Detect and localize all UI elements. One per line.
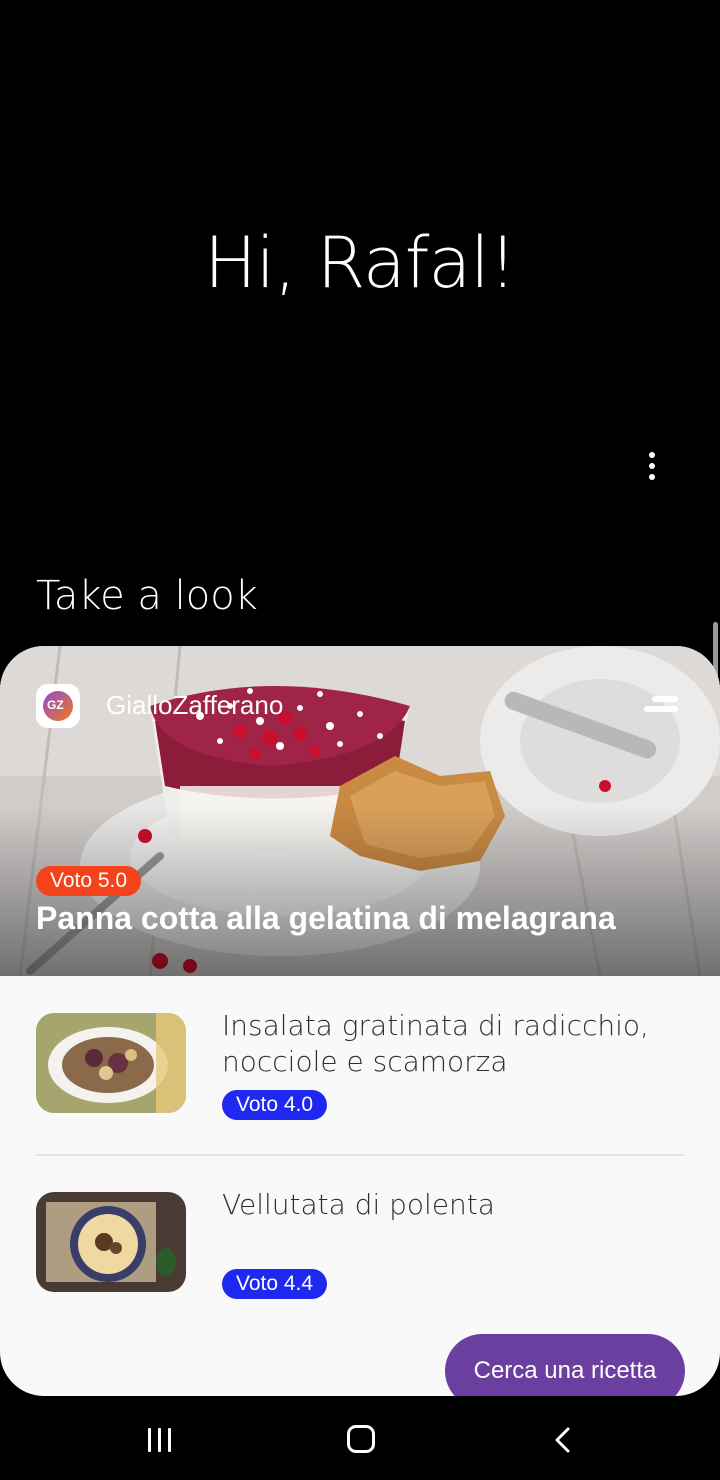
recipe-title: Vellutata di polenta xyxy=(222,1188,495,1221)
recipe-item-2[interactable]: Vellutata di polenta Voto 4.4 xyxy=(0,1185,720,1305)
search-recipe-button[interactable]: Cerca una ricetta xyxy=(445,1334,685,1396)
greeting-text: Hi, Rafal! xyxy=(204,222,517,304)
list-divider xyxy=(36,1154,684,1156)
recipe-item-1[interactable]: Insalata gratinata di radicchio, nocciol… xyxy=(0,1006,720,1126)
hero-rating-badge: Voto 5.0 xyxy=(36,866,142,896)
more-options-icon[interactable] xyxy=(636,446,668,486)
hero-recipe-title: Panna cotta alla gelatina di melagrana xyxy=(36,900,616,936)
app-logo-icon xyxy=(36,684,80,728)
recipe-title: Insalata gratinata di radicchio, nocciol… xyxy=(222,1009,649,1078)
recipe-thumbnail xyxy=(36,1013,186,1113)
navigation-bar xyxy=(0,1396,720,1480)
recipe-card: GialloZafferano Voto 5.0 Panna cotta all… xyxy=(0,646,720,1396)
menu-lines-icon[interactable] xyxy=(644,696,678,718)
back-icon[interactable] xyxy=(552,1426,576,1454)
section-title: Take a look xyxy=(36,573,258,619)
app-name: GialloZafferano xyxy=(106,690,284,720)
recipe-thumbnail xyxy=(36,1192,186,1292)
home-icon[interactable] xyxy=(347,1425,375,1453)
hero-recipe[interactable]: GialloZafferano Voto 5.0 Panna cotta all… xyxy=(0,646,720,976)
recipe-rating-badge: Voto 4.4 xyxy=(222,1269,328,1299)
recipe-rating-badge: Voto 4.0 xyxy=(222,1090,328,1120)
recents-icon[interactable] xyxy=(146,1428,174,1452)
